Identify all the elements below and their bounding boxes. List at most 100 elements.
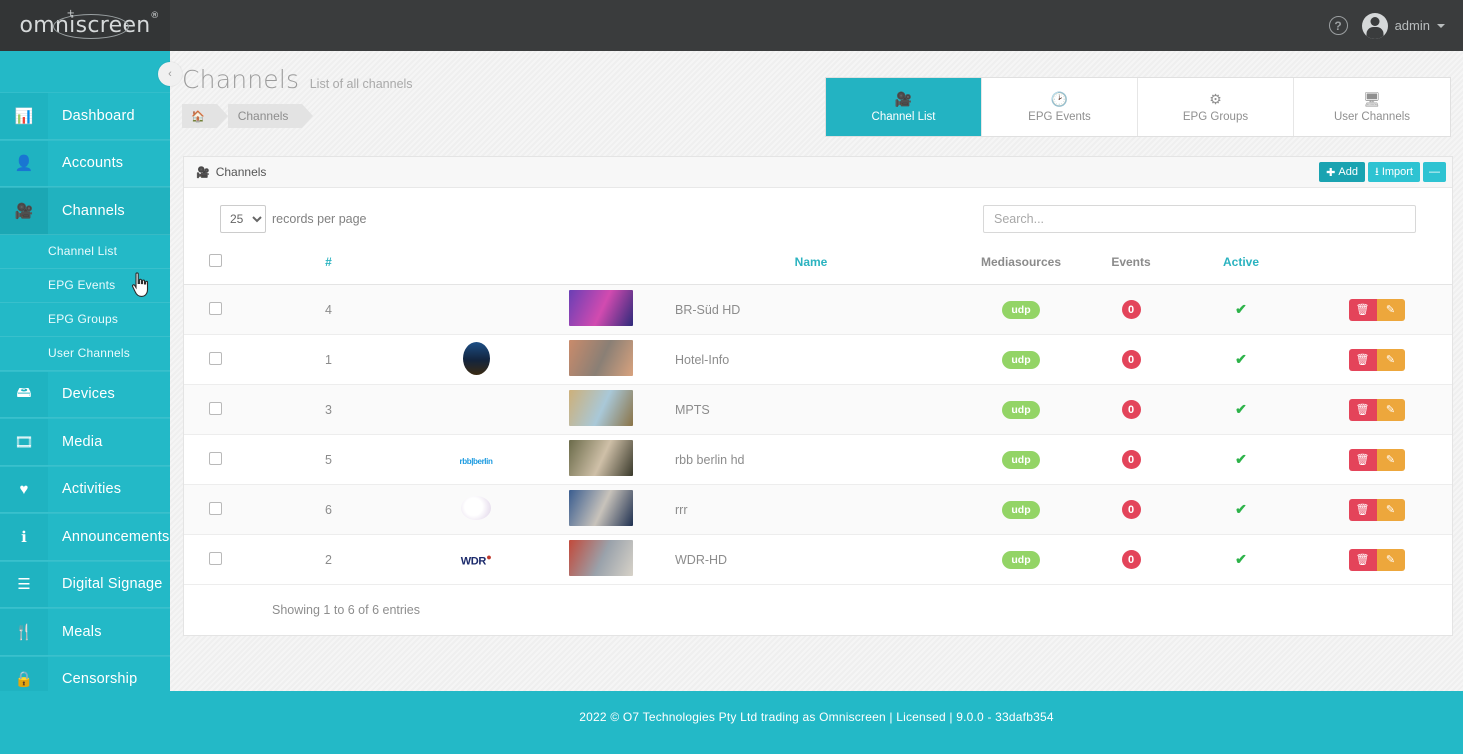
row-number: 3 — [246, 385, 411, 435]
breadcrumb-home[interactable]: 🏠 — [182, 104, 217, 128]
row-select-checkbox[interactable] — [209, 502, 222, 515]
row-actions: 🗑✎ — [1301, 535, 1452, 585]
column-actions — [1301, 248, 1452, 285]
row-active: ✔ — [1181, 335, 1301, 385]
row-thumbnail — [541, 385, 661, 435]
row-action-group: 🗑✎ — [1349, 399, 1405, 421]
row-events: 0 — [1081, 335, 1181, 385]
search-input[interactable] — [983, 205, 1416, 233]
brand-logo[interactable]: + omniscreen ® — [0, 0, 170, 51]
row-number: 1 — [246, 335, 411, 385]
row-select-checkbox[interactable] — [209, 352, 222, 365]
row-channel-name: Hotel-Info — [661, 335, 961, 385]
edit-row-button[interactable]: ✎ — [1377, 549, 1405, 571]
row-select-cell — [184, 285, 246, 335]
row-select-checkbox[interactable] — [209, 452, 222, 465]
events-count-badge: 0 — [1122, 350, 1141, 369]
column-number[interactable]: # — [246, 248, 411, 285]
sidebar-item-media[interactable]: 🎞Media — [0, 418, 170, 466]
panel-header: 🎥 Channels ✚ Add ⭳ Import — — [184, 157, 1452, 188]
home-icon: 🏠 — [191, 110, 205, 123]
edit-row-button[interactable]: ✎ — [1377, 449, 1405, 471]
events-count-badge: 0 — [1122, 400, 1141, 419]
add-button[interactable]: ✚ Add — [1319, 162, 1365, 182]
active-check-icon: ✔ — [1235, 451, 1247, 467]
records-per-page-label: records per page — [272, 212, 367, 226]
help-icon[interactable]: ? — [1329, 16, 1348, 35]
sidebar-subitem-channel-list[interactable]: Channel List — [0, 235, 170, 269]
sidebar-item-dashboard[interactable]: 📊Dashboard — [0, 92, 170, 140]
content-area: Channels List of all channels 🏠 Channels… — [170, 51, 1463, 691]
column-events: Events — [1081, 248, 1181, 285]
mediasource-badge: udp — [1002, 451, 1039, 469]
sidebar-collapse-toggle[interactable]: ‹ — [158, 62, 182, 86]
info-circle-icon: ℹ — [0, 514, 48, 560]
row-select-checkbox[interactable] — [209, 552, 222, 565]
section-tabs: 🎥Channel List🕑EPG Events⚙EPG Groups🖥User… — [826, 78, 1450, 136]
tab-channel-list[interactable]: 🎥Channel List — [826, 78, 982, 136]
row-active: ✔ — [1181, 435, 1301, 485]
sidebar-item-label: Activities — [48, 467, 170, 513]
edit-row-button[interactable]: ✎ — [1377, 349, 1405, 371]
video-camera-icon: 🎥 — [196, 166, 210, 179]
page-header: Channels List of all channels 🏠 Channels… — [170, 51, 1463, 144]
sidebar-subitem-epg-groups[interactable]: EPG Groups — [0, 303, 170, 337]
sidebar-item-announcements[interactable]: ℹAnnouncements — [0, 513, 170, 561]
edit-row-button[interactable]: ✎ — [1377, 299, 1405, 321]
user-menu[interactable]: admin — [1362, 13, 1445, 39]
table-row[interactable]: 4BR-Süd HDudp0✔🗑✎ — [184, 285, 1452, 335]
breadcrumb-item-channels[interactable]: Channels — [228, 104, 303, 128]
sidebar-subitem-label: User Channels — [48, 346, 130, 360]
table-row[interactable]: 2WDR●WDR-HDudp0✔🗑✎ — [184, 535, 1452, 585]
row-mediasources: udp — [961, 485, 1081, 535]
delete-row-button[interactable]: 🗑 — [1349, 449, 1377, 471]
panel-body: 102550100 records per page # — [184, 188, 1452, 635]
sidebar-top-spacer: ‹ — [0, 51, 170, 92]
delete-row-button[interactable]: 🗑 — [1349, 349, 1377, 371]
row-select-checkbox[interactable] — [209, 402, 222, 415]
delete-row-button[interactable]: 🗑 — [1349, 499, 1377, 521]
delete-row-button[interactable]: 🗑 — [1349, 399, 1377, 421]
sidebar-item-channels[interactable]: 🎥Channels — [0, 187, 170, 235]
tab-epg-events[interactable]: 🕑EPG Events — [982, 78, 1138, 136]
sidebar-item-meals[interactable]: 🍴Meals — [0, 608, 170, 656]
column-name[interactable]: Name — [661, 248, 961, 285]
sidebar-subitem-user-channels[interactable]: User Channels — [0, 337, 170, 371]
select-all-checkbox[interactable] — [209, 254, 222, 267]
delete-row-button[interactable]: 🗑 — [1349, 299, 1377, 321]
records-per-page-select[interactable]: 102550100 — [220, 205, 266, 233]
sidebar-item-devices[interactable]: 🖴Devices — [0, 371, 170, 419]
gear-icon: ⚙ — [1209, 92, 1222, 106]
column-active[interactable]: Active — [1181, 248, 1301, 285]
tab-label: User Channels — [1334, 111, 1410, 123]
sidebar-subitem-epg-events[interactable]: EPG Events — [0, 269, 170, 303]
row-select-checkbox[interactable] — [209, 302, 222, 315]
table-row[interactable]: 1Hotel-Infoudp0✔🗑✎ — [184, 335, 1452, 385]
showing-entries-label: Showing 1 to 6 of 6 entries — [184, 585, 1452, 617]
tab-epg-groups[interactable]: ⚙EPG Groups — [1138, 78, 1294, 136]
channel-thumbnail-image — [569, 340, 633, 376]
import-button[interactable]: ⭳ Import — [1368, 162, 1420, 182]
tab-user-channels[interactable]: 🖥User Channels — [1294, 78, 1450, 136]
page-subtitle: List of all channels — [310, 77, 413, 91]
active-check-icon: ✔ — [1235, 301, 1247, 317]
table-row[interactable]: 5rbb|berlinrbb berlin hdudp0✔🗑✎ — [184, 435, 1452, 485]
mediasource-badge: udp — [1002, 551, 1039, 569]
edit-row-button[interactable]: ✎ — [1377, 499, 1405, 521]
table-row[interactable]: 6rrrudp0✔🗑✎ — [184, 485, 1452, 535]
column-select-all — [184, 248, 246, 285]
table-row[interactable]: 3MPTSudp0✔🗑✎ — [184, 385, 1452, 435]
table-body: 4BR-Süd HDudp0✔🗑✎1Hotel-Infoudp0✔🗑✎3MPTS… — [184, 285, 1452, 585]
minimize-panel-button[interactable]: — — [1423, 162, 1446, 182]
row-number: 5 — [246, 435, 411, 485]
edit-row-button[interactable]: ✎ — [1377, 399, 1405, 421]
mediasource-badge: udp — [1002, 401, 1039, 419]
sidebar-item-label: Media — [48, 419, 170, 465]
delete-row-button[interactable]: 🗑 — [1349, 549, 1377, 571]
sidebar-item-accounts[interactable]: 👤Accounts — [0, 140, 170, 188]
trash-icon: 🗑 — [1356, 453, 1370, 466]
row-events: 0 — [1081, 285, 1181, 335]
sidebar-item-activities[interactable]: ♥Activities — [0, 466, 170, 514]
channel-logo-icon: WDR● — [461, 552, 492, 568]
sidebar-item-digital-signage[interactable]: ☰Digital Signage — [0, 561, 170, 609]
